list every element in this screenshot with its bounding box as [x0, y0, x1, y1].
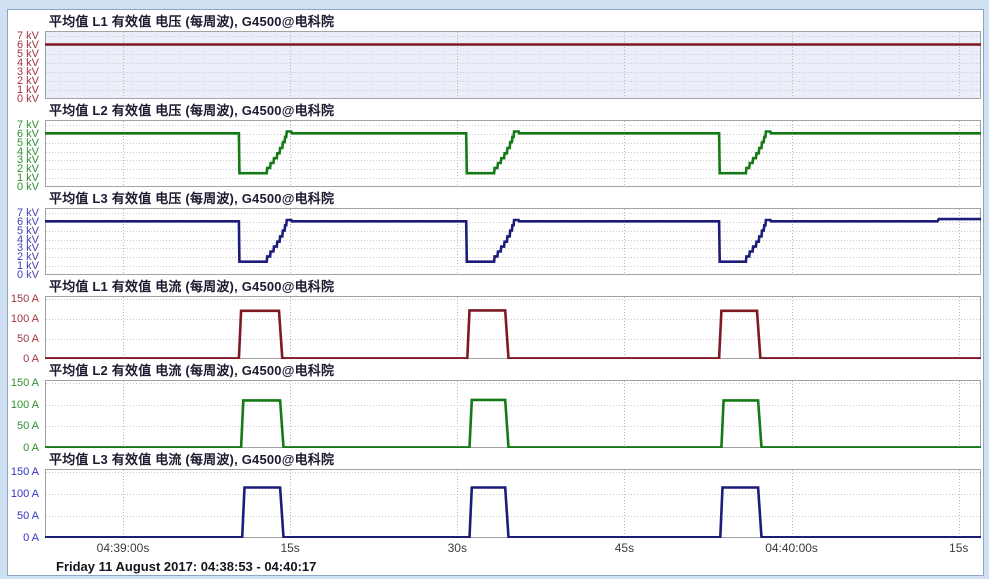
chart-body: 150 A100 A50 A0 A — [45, 380, 983, 448]
chart-title-current-l3: 平均值 L3 有效值 电流 (每周波), G4500@电科院 — [8, 448, 983, 469]
y-tick-label: 150 A — [11, 467, 39, 478]
y-axis-labels: 7 kV6 kV5 kV4 kV3 kV2 kV1 kV0 kV — [8, 31, 41, 99]
chart-pane-voltage-l3: 平均值 L3 有效值 电压 (每周波), G4500@电科院 7 kV6 kV5… — [8, 187, 983, 275]
trend-chart-window: 平均值 L1 有效值 电压 (每周波), G4500@电科院 7 kV6 kV5… — [7, 9, 984, 576]
x-tick-label: 15s — [909, 541, 984, 555]
x-tick-label: 45s — [574, 541, 674, 555]
chart-body: 7 kV6 kV5 kV4 kV3 kV2 kV1 kV0 kV — [45, 120, 983, 187]
plot-area[interactable] — [45, 208, 981, 275]
y-axis-labels: 150 A100 A50 A0 A — [8, 296, 41, 359]
y-axis-labels: 7 kV6 kV5 kV4 kV3 kV2 kV1 kV0 kV — [8, 208, 41, 275]
plot-area[interactable] — [45, 296, 981, 359]
chart-title-voltage-l2: 平均值 L2 有效值 电压 (每周波), G4500@电科院 — [8, 99, 983, 120]
y-tick-label: 50 A — [17, 334, 39, 345]
x-tick-label: 04:39:00s — [73, 541, 173, 555]
chart-title-voltage-l1: 平均值 L1 有效值 电压 (每周波), G4500@电科院 — [8, 10, 983, 31]
plot-area[interactable] — [45, 120, 981, 187]
y-axis-labels: 150 A100 A50 A0 A — [8, 469, 41, 538]
y-axis-labels: 150 A100 A50 A0 A — [8, 380, 41, 448]
chart-body: 150 A100 A50 A0 A — [45, 469, 983, 538]
chart-pane-current-l3: 平均值 L3 有效值 电流 (每周波), G4500@电科院 150 A100 … — [8, 448, 983, 538]
chart-pane-voltage-l2: 平均值 L2 有效值 电压 (每周波), G4500@电科院 7 kV6 kV5… — [8, 99, 983, 187]
chart-pane-voltage-l1: 平均值 L1 有效值 电压 (每周波), G4500@电科院 7 kV6 kV5… — [8, 10, 983, 99]
y-tick-label: 100 A — [11, 400, 39, 411]
y-tick-label: 50 A — [17, 421, 39, 432]
plot-area[interactable] — [45, 31, 981, 99]
chart-pane-current-l2: 平均值 L2 有效值 电流 (每周波), G4500@电科院 150 A100 … — [8, 359, 983, 448]
y-tick-label: 100 A — [11, 489, 39, 500]
app-window: { "status_bar": { "text": "Friday 11 Aug… — [0, 0, 989, 579]
chart-pane-current-l1: 平均值 L1 有效值 电流 (每周波), G4500@电科院 150 A100 … — [8, 275, 983, 359]
y-tick-label: 150 A — [11, 294, 39, 305]
x-tick-label: 04:40:00s — [742, 541, 842, 555]
plot-area[interactable] — [45, 380, 981, 448]
chart-body: 7 kV6 kV5 kV4 kV3 kV2 kV1 kV0 kV — [45, 31, 983, 99]
x-tick-label: 30s — [407, 541, 507, 555]
chart-title-voltage-l3: 平均值 L3 有效值 电压 (每周波), G4500@电科院 — [8, 187, 983, 208]
chart-title-current-l2: 平均值 L2 有效值 电流 (每周波), G4500@电科院 — [8, 359, 983, 380]
status-bar-time-range: Friday 11 August 2017: 04:38:53 - 04:40:… — [8, 556, 983, 574]
y-tick-label: 50 A — [17, 511, 39, 522]
x-axis: 04:39:00s 15s 30s 45s 04:40:00s 15s — [8, 538, 983, 556]
y-tick-label: 150 A — [11, 378, 39, 389]
chart-body: 7 kV6 kV5 kV4 kV3 kV2 kV1 kV0 kV — [45, 208, 983, 275]
x-tick-label: 15s — [240, 541, 340, 555]
y-tick-label: 100 A — [11, 314, 39, 325]
plot-area[interactable] — [45, 469, 981, 538]
chart-title-current-l1: 平均值 L1 有效值 电流 (每周波), G4500@电科院 — [8, 275, 983, 296]
y-axis-labels: 7 kV6 kV5 kV4 kV3 kV2 kV1 kV0 kV — [8, 120, 41, 187]
chart-body: 150 A100 A50 A0 A — [45, 296, 983, 359]
